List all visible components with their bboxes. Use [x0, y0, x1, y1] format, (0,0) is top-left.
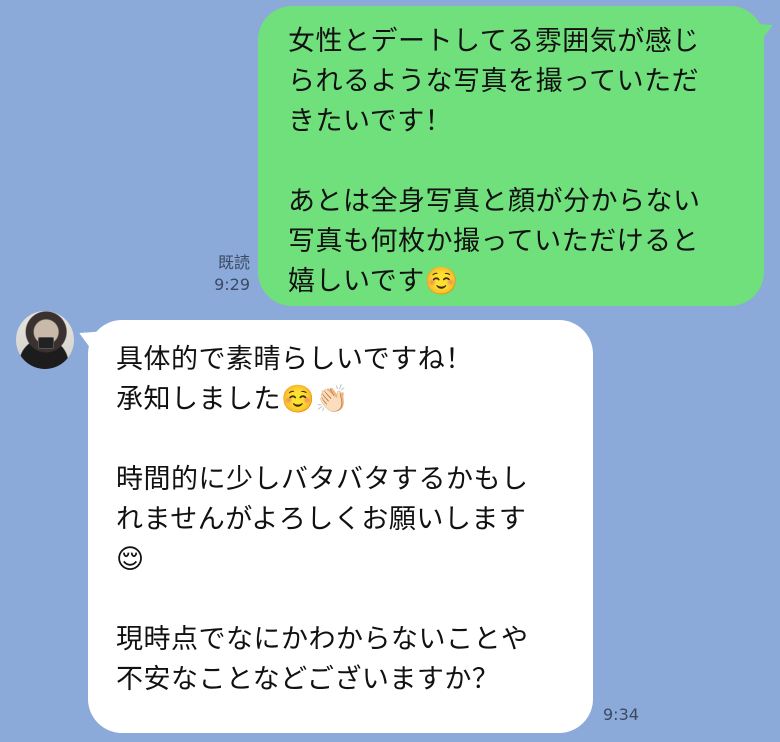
sent-line: 写真も何枚か撮っていただけると: [288, 226, 700, 257]
sent-line: 嬉しいです☺️: [288, 266, 459, 297]
sent-line: 女性とデートしてる雰囲気が感じ: [288, 26, 700, 57]
sent-message-text: 女性とデートしてる雰囲気が感じ られるような写真を撮っていただ きたいです！ あ…: [288, 22, 742, 302]
chat-area[interactable]: 女性とデートしてる雰囲気が感じ られるような写真を撮っていただ きたいです！ あ…: [0, 0, 780, 742]
read-receipt-label: 既読: [217, 253, 250, 272]
sent-message-bubble[interactable]: 女性とデートしてる雰囲気が感じ られるような写真を撮っていただ きたいです！ あ…: [258, 6, 764, 306]
sent-message: 女性とデートしてる雰囲気が感じ られるような写真を撮っていただ きたいです！ あ…: [258, 6, 764, 306]
received-line-blank: [116, 420, 573, 460]
sender-avatar[interactable]: [16, 311, 74, 369]
sent-message-time: 9:29: [214, 275, 250, 294]
received-line: 😌: [116, 544, 145, 575]
sent-line: られるような写真を撮っていただ: [288, 66, 700, 97]
received-line: 時間的に少しバタバタするかもし: [116, 464, 529, 495]
received-line: れませんがよろしくお願いします: [116, 504, 527, 535]
received-line: 承知しました☺️👏🏻: [116, 384, 350, 415]
received-line: 具体的で素晴らしいですね！: [116, 344, 473, 375]
received-message-bubble[interactable]: 具体的で素晴らしいですね！ 承知しました☺️👏🏻 時間的に少しバタバタするかもし…: [88, 320, 593, 733]
sent-line-blank: [288, 142, 742, 182]
camera-icon: [38, 337, 54, 349]
sent-line: あとは全身写真と顔が分からない: [288, 186, 701, 217]
sent-message-meta: 既読 9:29: [192, 252, 250, 296]
received-line: 現時点でなにかわからないことや: [116, 624, 529, 655]
received-message: 具体的で素晴らしいですね！ 承知しました☺️👏🏻 時間的に少しバタバタするかもし…: [88, 320, 593, 733]
received-line: 不安なことなどございますか？: [116, 664, 500, 695]
sent-line: きたいです！: [288, 106, 453, 137]
received-message-time: 9:34: [603, 705, 639, 724]
received-line-blank: [116, 580, 573, 620]
received-message-text: 具体的で素晴らしいですね！ 承知しました☺️👏🏻 時間的に少しバタバタするかもし…: [116, 340, 573, 700]
